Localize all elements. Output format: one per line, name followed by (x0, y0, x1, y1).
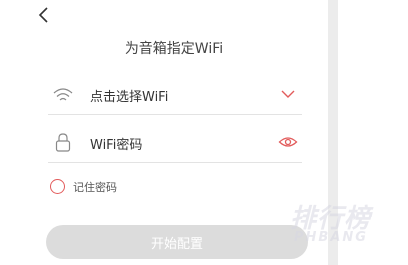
wifi-icon (53, 88, 73, 101)
remember-password-label: 记住密码 (73, 181, 117, 194)
eye-icon[interactable] (278, 134, 298, 150)
watermark-subtext: PHBANG (294, 230, 368, 245)
page-title: 为音箱指定WiFi (124, 41, 224, 57)
back-button[interactable] (34, 4, 54, 28)
app-screen: 为音箱指定WiFi 点击选择WiFi WiFi密码 记住密码 开始配置 (0, 0, 328, 265)
wifi-select-label: 点击选择WiFi (90, 90, 169, 105)
password-input[interactable]: WiFi密码 (90, 134, 142, 153)
remember-password-radio[interactable] (50, 179, 65, 194)
password-row[interactable]: WiFi密码 (48, 122, 302, 163)
chevron-left-icon (38, 7, 48, 23)
chevron-down-icon[interactable] (278, 86, 298, 102)
watermark: 排行榜 PHBANG (290, 198, 390, 252)
start-config-button[interactable]: 开始配置 (46, 225, 308, 259)
wifi-select-row[interactable]: 点击选择WiFi (48, 74, 302, 115)
lock-icon (55, 133, 71, 152)
